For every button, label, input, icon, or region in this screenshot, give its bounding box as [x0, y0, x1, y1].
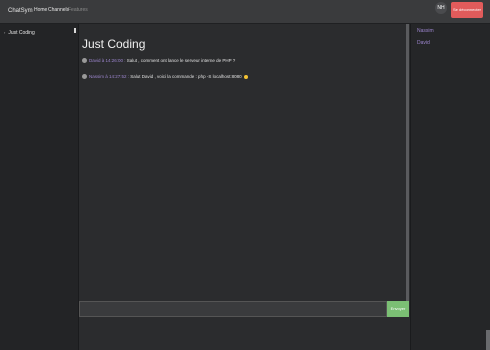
window-scrollbar[interactable]	[486, 330, 490, 350]
channel-sidebar: › Just Coding	[0, 24, 79, 350]
user-avatar-icon	[82, 58, 87, 64]
chat-message: Nassim à 14:27:52 : Salut David , voici …	[82, 74, 248, 80]
logout-button[interactable]: Se déconnecter	[451, 2, 483, 18]
user-avatar-icon	[82, 74, 87, 80]
nav-home[interactable]: Home	[34, 7, 47, 13]
users-sidebar: Nassim David	[410, 24, 490, 350]
message-text: Salut David , voici la commande : php -S…	[129, 74, 242, 79]
nav-channels[interactable]: Channels	[48, 7, 69, 13]
message-input[interactable]	[79, 301, 387, 317]
message-author: Nassim à 14:27:52 :	[89, 74, 130, 79]
user-item-david[interactable]: David	[417, 40, 430, 46]
channel-label: Just Coding	[8, 30, 35, 36]
top-navbar: ChatSym Home Channels Features NH Se déc…	[0, 0, 490, 24]
user-item-nassim[interactable]: Nassim	[417, 28, 434, 34]
chat-scrollbar[interactable]	[406, 24, 409, 301]
message-author: David à 14:26:00 :	[89, 58, 126, 63]
user-avatar[interactable]: NH	[435, 2, 447, 14]
sidebar-scroll-marker[interactable]	[74, 28, 76, 33]
chevron-right-icon: ›	[4, 30, 6, 35]
send-button[interactable]: Envoyer	[387, 301, 409, 317]
chat-message: David à 14:26:00 : Salut , comment ont l…	[82, 58, 236, 64]
message-text: Salut , comment ont lance le serveur int…	[125, 58, 236, 63]
nav-features[interactable]: Features	[68, 7, 88, 13]
channel-item-just-coding[interactable]: › Just Coding	[4, 30, 35, 36]
chat-main: Just Coding David à 14:26:00 : Salut , c…	[79, 24, 409, 350]
brand-logo[interactable]: ChatSym	[8, 8, 33, 14]
smiley-emoji-icon	[243, 74, 248, 79]
channel-title: Just Coding	[82, 37, 146, 51]
